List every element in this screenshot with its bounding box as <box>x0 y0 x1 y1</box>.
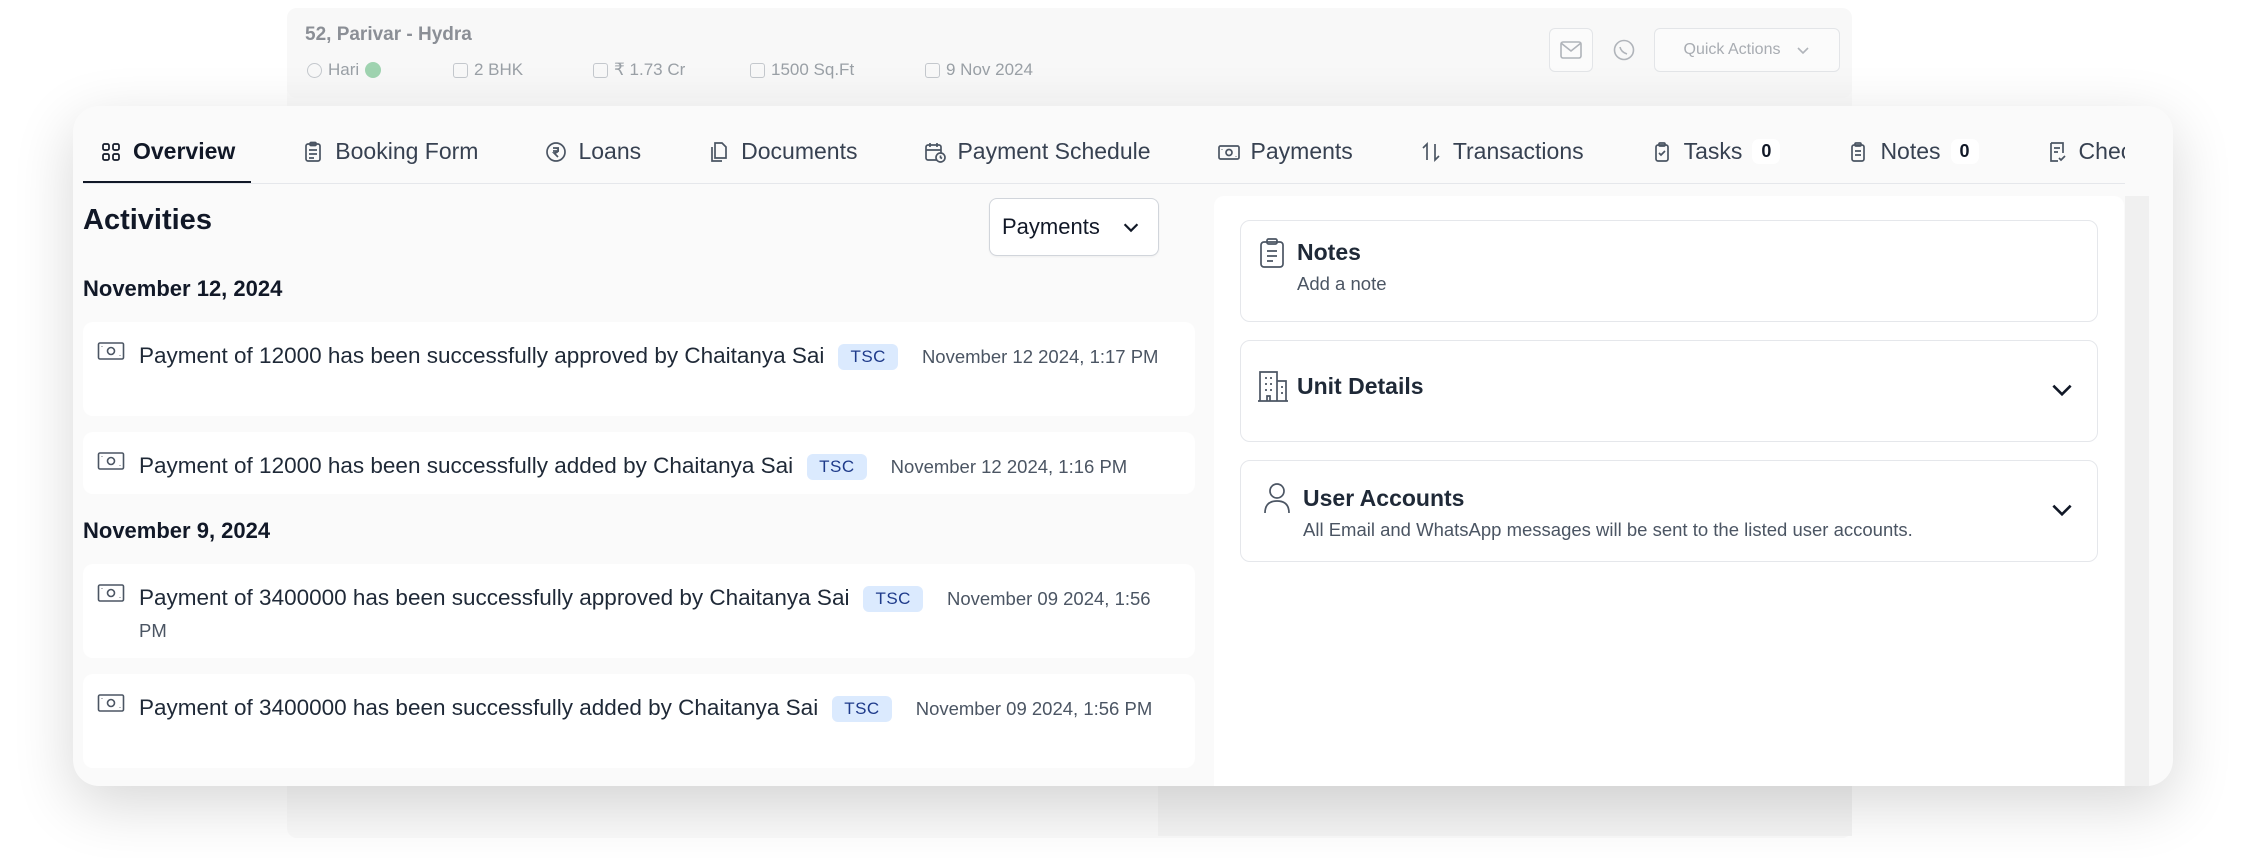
tab-label: Notes <box>1880 138 1941 164</box>
grid-icon <box>453 62 468 78</box>
building-icon <box>1257 369 1289 408</box>
rupee-circle-icon <box>546 141 567 162</box>
activity-text: Payment of 12000 has been successfully a… <box>139 453 794 478</box>
scrollbar-track[interactable] <box>2125 196 2149 786</box>
tasks-count-badge: 0 <box>1752 139 1781 164</box>
add-note-link[interactable]: Add a note <box>1297 273 1387 295</box>
calendar-icon <box>925 62 940 78</box>
tab-transactions[interactable]: Transactions <box>1403 120 1600 183</box>
tab-tasks[interactable]: Tasks 0 <box>1634 120 1797 183</box>
tab-label: Transactions <box>1452 138 1584 164</box>
email-button[interactable] <box>1549 28 1593 72</box>
date-meta: 9 Nov 2024 <box>925 60 1033 80</box>
notes-clipboard-icon <box>1257 237 1287 274</box>
checklist-icon <box>2049 141 2066 162</box>
side-panel: Notes Add a note Unit Details User Accou… <box>1214 196 2124 786</box>
grid-icon <box>102 142 120 161</box>
banknote-icon <box>97 582 125 604</box>
user-icon <box>1263 481 1291 520</box>
activity-date-heading: November 12, 2024 <box>83 276 283 301</box>
user-badge: TSC <box>838 344 898 370</box>
activity-item: Payment of 12000 has been successfully a… <box>83 322 1195 416</box>
price-meta: ₹ 1.73 Cr <box>593 60 685 80</box>
background-lower <box>1158 786 1852 836</box>
activity-date-heading: November 9, 2024 <box>83 518 271 543</box>
tab-label: Loans <box>578 138 642 164</box>
config-meta: 2 BHK <box>453 60 523 80</box>
activity-filter-select[interactable]: Payments <box>989 198 1159 256</box>
tab-label: Checkl <box>2078 138 2125 164</box>
chevron-down-icon[interactable] <box>2049 377 2075 403</box>
notes-clipboard-icon <box>1851 141 1866 162</box>
banknote-icon <box>97 692 125 714</box>
activity-item: Payment of 12000 has been successfully a… <box>83 432 1195 494</box>
tab-label: Booking Form <box>335 138 479 164</box>
notes-title: Notes <box>1297 239 1361 265</box>
activity-timestamp: November 09 2024, 1:56 PM <box>915 698 1153 719</box>
tab-label: Documents <box>741 138 858 164</box>
activity-text: Payment of 12000 has been successfully a… <box>139 343 825 368</box>
tab-payment-schedule[interactable]: Payment Schedule <box>907 120 1166 183</box>
user-accounts-card[interactable]: User Accounts All Email and WhatsApp mes… <box>1240 460 2098 562</box>
tab-label: Payments <box>1250 138 1353 164</box>
user-name: Hari <box>328 60 360 79</box>
tab-overview[interactable]: Overview <box>83 120 252 183</box>
quick-actions-button[interactable]: Quick Actions <box>1654 28 1840 72</box>
tab-booking-form[interactable]: Booking Form <box>285 120 494 183</box>
quick-actions-label: Quick Actions <box>1683 41 1781 58</box>
verified-icon <box>365 62 382 78</box>
banknote-icon <box>97 450 125 472</box>
user-meta: Hari <box>307 60 382 80</box>
price-value: ₹ 1.73 Cr <box>614 60 686 79</box>
banknote-icon <box>1217 144 1240 160</box>
arrows-up-down-icon <box>1422 141 1440 162</box>
whatsapp-button[interactable] <box>1602 28 1646 72</box>
tab-bar: Overview Booking Form Loans Documents Pa… <box>83 120 2125 184</box>
notes-count-badge: 0 <box>1950 139 1979 164</box>
chevron-down-icon[interactable] <box>2049 497 2075 523</box>
tab-label: Overview <box>133 138 236 164</box>
unit-title: 52, Parivar - Hydra <box>305 24 472 45</box>
filter-value: Payments <box>1002 214 1100 239</box>
activity-item: Payment of 3400000 has been successfully… <box>83 674 1195 768</box>
money-icon <box>593 62 608 78</box>
tab-payments[interactable]: Payments <box>1201 120 1369 183</box>
activity-timestamp: November 12 2024, 1:16 PM <box>890 456 1128 477</box>
unit-detail-panel: Overview Booking Form Loans Documents Pa… <box>73 106 2173 786</box>
user-badge: TSC <box>832 696 892 722</box>
chevron-down-icon <box>1123 223 1139 233</box>
tab-label: Tasks <box>1683 138 1743 164</box>
tab-checklist[interactable]: Checkl <box>2029 120 2125 183</box>
config-value: 2 BHK <box>474 60 524 79</box>
activity-item: Payment of 3400000 has been successfully… <box>83 564 1195 658</box>
unit-details-title: Unit Details <box>1297 373 1424 399</box>
area-meta: 1500 Sq.Ft <box>750 60 854 80</box>
activity-text: Payment of 3400000 has been successfully… <box>139 695 819 720</box>
tab-label: Payment Schedule <box>957 138 1151 164</box>
date-value: 9 Nov 2024 <box>946 60 1033 79</box>
notes-card[interactable]: Notes Add a note <box>1240 220 2098 322</box>
mail-icon <box>1560 41 1582 59</box>
activities-title: Activities <box>83 204 212 236</box>
ruler-icon <box>750 62 765 78</box>
unit-details-card[interactable]: Unit Details <box>1240 340 2098 442</box>
user-accounts-title: User Accounts <box>1303 485 1465 511</box>
clipboard-icon <box>305 141 322 162</box>
tab-notes[interactable]: Notes 0 <box>1830 120 1994 183</box>
user-accounts-description: All Email and WhatsApp messages will be … <box>1303 519 1913 540</box>
calendar-clock-icon <box>925 142 947 163</box>
banknote-icon <box>97 340 125 362</box>
user-badge: TSC <box>807 454 867 480</box>
activity-text: Payment of 3400000 has been successfully… <box>139 585 850 610</box>
tab-loans[interactable]: Loans <box>528 120 657 183</box>
tasks-clipboard-icon <box>1654 141 1669 162</box>
activity-timestamp: November 12 2024, 1:17 PM <box>921 346 1159 367</box>
tab-documents[interactable]: Documents <box>691 120 873 183</box>
user-icon <box>307 62 322 78</box>
chevron-down-icon <box>1797 47 1810 55</box>
user-badge: TSC <box>863 586 923 612</box>
area-value: 1500 Sq.Ft <box>771 60 855 79</box>
documents-icon <box>711 141 727 162</box>
whatsapp-icon <box>1613 39 1635 61</box>
